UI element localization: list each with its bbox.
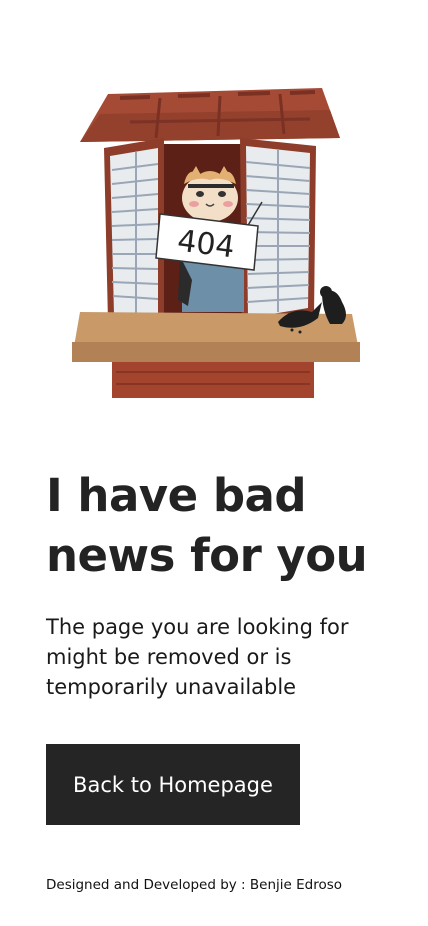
error-description: The page you are looking for might be re… [46, 615, 349, 699]
cat-in-window-404-icon: 404 [72, 88, 360, 398]
footer-credit: Designed and Developed by : Benjie Edros… [46, 877, 343, 893]
page-title: I have bad news for you [46, 469, 368, 582]
back-to-homepage-button[interactable]: Back to Homepage [46, 744, 300, 825]
sign-404-text: 404 [175, 224, 236, 266]
